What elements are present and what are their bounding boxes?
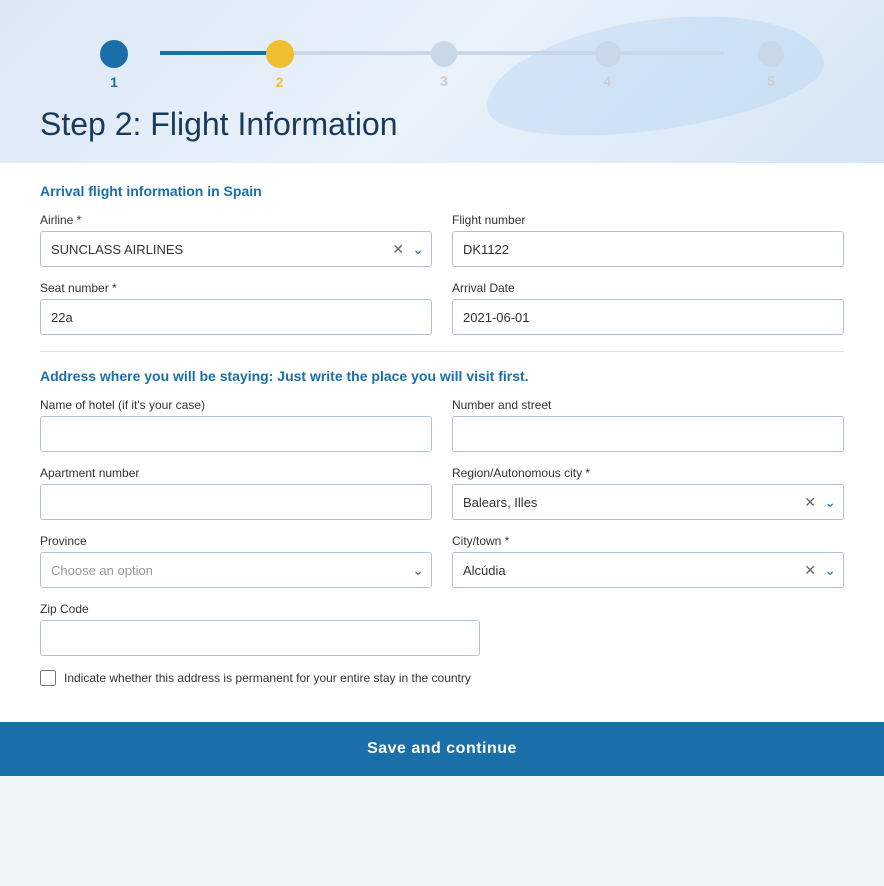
arrival-section-title: Arrival flight information in Spain (40, 183, 844, 199)
city-input[interactable] (452, 552, 844, 588)
apartment-label: Apartment number (40, 466, 432, 480)
page-title: Step 2: Flight Information (40, 106, 844, 143)
flight-number-label: Flight number (452, 213, 844, 227)
city-group: City/town * ✕ ⌄ (452, 534, 844, 588)
province-group: Province ⌄ (40, 534, 432, 588)
province-label: Province (40, 534, 432, 548)
step-1-circle (100, 40, 128, 68)
permanent-address-checkbox[interactable] (40, 670, 56, 686)
step-4-circle (595, 41, 621, 67)
arrival-date-group: Arrival Date (452, 281, 844, 335)
step-3: 3 (431, 41, 457, 89)
address-section-title: Address where you will be staying: Just … (40, 368, 844, 384)
apartment-group: Apartment number (40, 466, 432, 520)
flight-number-input[interactable] (452, 231, 844, 267)
airline-flight-row: Airline * ✕ ⌄ Flight number (40, 213, 844, 267)
step-2-circle (266, 40, 294, 68)
region-group: Region/Autonomous city * ✕ ⌄ (452, 466, 844, 520)
hotel-input[interactable] (40, 416, 432, 452)
zip-group: Zip Code (40, 602, 480, 656)
step-3-circle (431, 41, 457, 67)
form-area: Arrival flight information in Spain Airl… (0, 163, 884, 722)
step-1: 1 (100, 40, 128, 90)
street-input[interactable] (452, 416, 844, 452)
progress-bar: 1 2 3 4 5 (40, 20, 844, 90)
seat-number-group: Seat number * (40, 281, 432, 335)
permanent-address-row: Indicate whether this address is permane… (40, 670, 844, 686)
step-5-circle (758, 41, 784, 67)
airline-select-wrapper: ✕ ⌄ (40, 231, 432, 267)
zip-input[interactable] (40, 620, 480, 656)
hotel-group: Name of hotel (if it's your case) (40, 398, 432, 452)
airline-input[interactable] (40, 231, 432, 267)
seat-date-row: Seat number * Arrival Date (40, 281, 844, 335)
step-4: 4 (595, 41, 621, 89)
province-input[interactable] (40, 552, 432, 588)
street-group: Number and street (452, 398, 844, 452)
step-3-label: 3 (440, 73, 448, 89)
province-select-wrapper: ⌄ (40, 552, 432, 588)
step-2: 2 (266, 40, 294, 90)
zip-label: Zip Code (40, 602, 480, 616)
step-4-label: 4 (604, 73, 612, 89)
flight-number-group: Flight number (452, 213, 844, 267)
region-label: Region/Autonomous city * (452, 466, 844, 480)
step-2-label: 2 (276, 74, 284, 90)
save-button-container: Save and continue (0, 722, 884, 776)
region-select-wrapper: ✕ ⌄ (452, 484, 844, 520)
arrival-date-input[interactable] (452, 299, 844, 335)
province-city-row: Province ⌄ City/town * ✕ ⌄ (40, 534, 844, 588)
page-wrapper: 1 2 3 4 5 Step (0, 0, 884, 776)
apartment-input[interactable] (40, 484, 432, 520)
step-1-label: 1 (110, 74, 118, 90)
apartment-region-row: Apartment number Region/Autonomous city … (40, 466, 844, 520)
region-input[interactable] (452, 484, 844, 520)
seat-number-input[interactable] (40, 299, 432, 335)
hotel-label: Name of hotel (if it's your case) (40, 398, 432, 412)
region-clear-icon[interactable]: ✕ (804, 494, 816, 511)
airline-label: Airline * (40, 213, 432, 227)
header-background: 1 2 3 4 5 Step (0, 0, 884, 163)
zip-row: Zip Code (40, 602, 844, 656)
seat-number-label: Seat number * (40, 281, 432, 295)
airline-group: Airline * ✕ ⌄ (40, 213, 432, 267)
city-clear-icon[interactable]: ✕ (804, 562, 816, 579)
street-label: Number and street (452, 398, 844, 412)
hotel-street-row: Name of hotel (if it's your case) Number… (40, 398, 844, 452)
step-5: 5 (758, 41, 784, 89)
city-label: City/town * (452, 534, 844, 548)
section-divider (40, 351, 844, 352)
save-continue-button[interactable]: Save and continue (0, 722, 884, 776)
permanent-address-label: Indicate whether this address is permane… (64, 671, 471, 685)
arrival-date-label: Arrival Date (452, 281, 844, 295)
airline-clear-icon[interactable]: ✕ (392, 241, 404, 258)
city-select-wrapper: ✕ ⌄ (452, 552, 844, 588)
step-5-label: 5 (767, 73, 775, 89)
